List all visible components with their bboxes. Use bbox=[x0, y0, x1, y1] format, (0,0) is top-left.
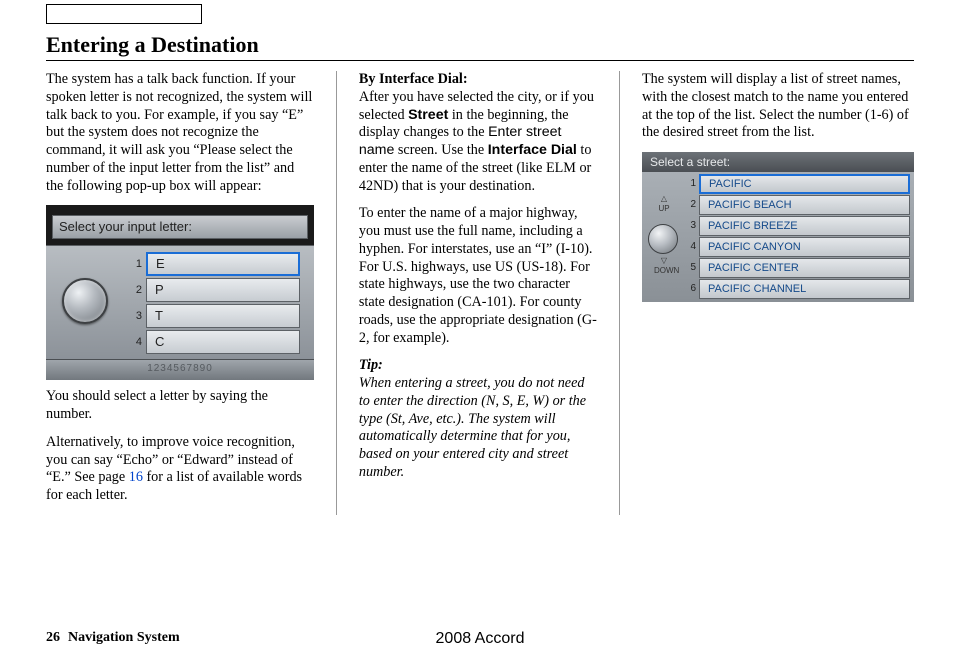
shot1-number-strip: 1234567890 bbox=[46, 359, 314, 380]
shot2-header: Select a street: bbox=[642, 152, 914, 172]
screenshot-input-letter: Select your input letter: 1 E 2 P bbox=[46, 205, 314, 380]
content-columns: The system has a talk back function. If … bbox=[46, 71, 914, 515]
col2-p1b: Street bbox=[408, 107, 448, 123]
row-value: E bbox=[146, 252, 300, 276]
row-number: 6 bbox=[682, 279, 699, 299]
row-value: PACIFIC CENTER bbox=[699, 258, 910, 278]
column-3: The system will display a list of street… bbox=[642, 71, 914, 515]
list-item: 6 PACIFIC CHANNEL bbox=[682, 279, 910, 299]
column-1: The system has a talk back function. If … bbox=[46, 71, 314, 515]
title-rule bbox=[46, 60, 914, 61]
dial-icon bbox=[648, 224, 678, 254]
footer-model: 2008 Accord bbox=[436, 630, 525, 648]
col2-tip: Tip: When entering a street, you do not … bbox=[359, 357, 597, 481]
row-number: 3 bbox=[682, 216, 699, 236]
row-number: 3 bbox=[124, 304, 146, 328]
col2-p2: To enter the name of a major highway, yo… bbox=[359, 205, 597, 347]
row-value: PACIFIC BREEZE bbox=[699, 216, 910, 236]
col2-p1e: screen. Use the bbox=[394, 142, 487, 158]
row-number: 1 bbox=[124, 252, 146, 276]
page-link-16[interactable]: 16 bbox=[129, 469, 143, 485]
list-item: 4 PACIFIC CANYON bbox=[682, 237, 910, 257]
shot1-list: 1 E 2 P 3 T 4 C bbox=[124, 252, 300, 356]
page-footer: 26 Navigation System 2008 Accord bbox=[46, 630, 914, 646]
list-item: 5 PACIFIC CENTER bbox=[682, 258, 910, 278]
tip-label: Tip: bbox=[359, 357, 383, 373]
down-label: DOWN bbox=[654, 266, 679, 275]
list-item: 2 PACIFIC BEACH bbox=[682, 195, 910, 215]
col1-p3: Alternatively, to improve voice recognit… bbox=[46, 434, 314, 505]
col1-p1: The system has a talk back function. If … bbox=[46, 71, 314, 195]
row-number: 2 bbox=[124, 278, 146, 302]
row-number: 4 bbox=[124, 330, 146, 354]
shot2-body: △UP ▽DOWN 1 PACIFIC 2 PACIFIC BEACH bbox=[642, 172, 914, 302]
col2-p1: By Interface Dial: After you have select… bbox=[359, 71, 597, 195]
row-number: 4 bbox=[682, 237, 699, 257]
column-2: By Interface Dial: After you have select… bbox=[359, 71, 597, 515]
column-separator bbox=[619, 71, 620, 515]
col3-p1: The system will display a list of street… bbox=[642, 71, 914, 142]
row-value: P bbox=[146, 278, 300, 302]
dial-icon bbox=[62, 278, 108, 324]
down-arrow-icon: ▽DOWN bbox=[654, 256, 674, 276]
list-item: 2 P bbox=[124, 278, 300, 302]
list-item: 1 E bbox=[124, 252, 300, 276]
list-item: 1 PACIFIC bbox=[682, 174, 910, 194]
row-value: PACIFIC CHANNEL bbox=[699, 279, 910, 299]
list-item: 4 C bbox=[124, 330, 300, 354]
col2-p1f: Interface Dial bbox=[488, 142, 577, 158]
col1-p2: You should select a letter by saying the… bbox=[46, 388, 314, 424]
up-label: UP bbox=[658, 204, 669, 213]
row-number: 5 bbox=[682, 258, 699, 278]
row-value: PACIFIC BEACH bbox=[699, 195, 910, 215]
row-value: T bbox=[146, 304, 300, 328]
screenshot-select-street: Select a street: △UP ▽DOWN 1 PACIFIC 2 P… bbox=[642, 152, 914, 302]
row-number: 1 bbox=[682, 174, 699, 194]
top-blank-box bbox=[46, 4, 202, 24]
col2-subhead: By Interface Dial: bbox=[359, 71, 468, 87]
row-value: C bbox=[146, 330, 300, 354]
shot1-panel: 1 E 2 P 3 T 4 C bbox=[46, 245, 314, 360]
list-item: 3 PACIFIC BREEZE bbox=[682, 216, 910, 236]
page-title: Entering a Destination bbox=[46, 32, 914, 58]
tip-body: When entering a street, you do not need … bbox=[359, 375, 586, 480]
row-value: PACIFIC bbox=[699, 174, 910, 194]
list-item: 3 T bbox=[124, 304, 300, 328]
row-value: PACIFIC CANYON bbox=[699, 237, 910, 257]
page-number: 26 bbox=[46, 630, 60, 646]
footer-section: Navigation System bbox=[68, 630, 180, 646]
shot2-list: 1 PACIFIC 2 PACIFIC BEACH 3 PACIFIC BREE… bbox=[682, 174, 910, 300]
column-separator bbox=[336, 71, 337, 515]
up-arrow-icon: △UP bbox=[654, 194, 674, 214]
shot1-header: Select your input letter: bbox=[52, 215, 308, 239]
row-number: 2 bbox=[682, 195, 699, 215]
